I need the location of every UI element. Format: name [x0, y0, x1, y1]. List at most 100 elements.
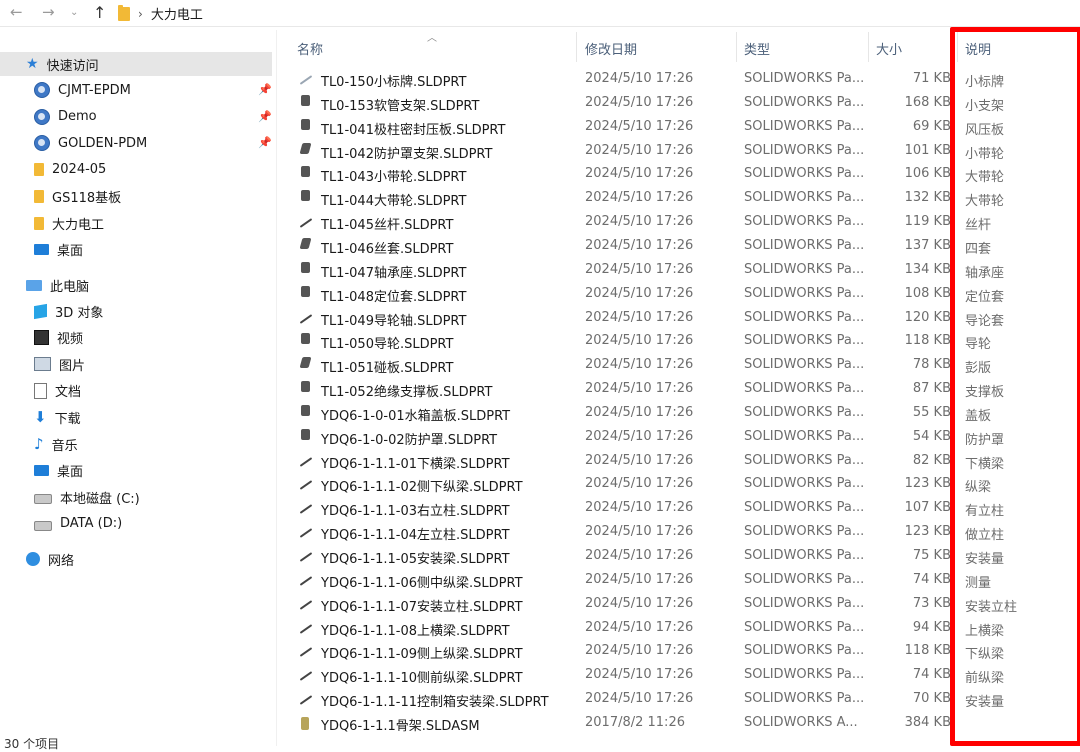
column-header-name[interactable]: 名称 — [297, 39, 323, 58]
file-row[interactable]: YDQ6-1-0-01水箱盖板.SLDPRT 2024/5/10 17:26 SOL… — [277, 402, 1080, 426]
music-icon: ♪ — [34, 435, 44, 453]
part-file-icon — [299, 599, 313, 610]
file-row[interactable]: YDQ6-1-1.1-04左立柱.SLDPRT 2024/5/10 17:26 SO… — [277, 521, 1080, 545]
network-icon — [26, 552, 40, 566]
file-row[interactable]: TL0-150小标牌.SLDPRT 2024/5/10 17:26 SOLIDWOR… — [277, 68, 1080, 92]
file-row[interactable]: TL1-045丝杆.SLDPRT 2024/5/10 17:26 SOLIDWORK… — [277, 211, 1080, 235]
nav-item-quick[interactable]: Demo — [34, 105, 97, 129]
file-name: TL1-042防护罩支架.SLDPRT — [321, 146, 493, 162]
folder-icon — [34, 189, 44, 203]
file-name: YDQ6-1-1.1-03右立柱.SLDPRT — [321, 504, 510, 520]
chevron-down-icon[interactable]: ⌄ — [70, 7, 78, 18]
nav-item-pc[interactable]: 文档 — [34, 379, 81, 403]
file-description: 丝杆 — [965, 218, 992, 234]
nav-item-quick[interactable]: 大力电工 — [34, 211, 104, 235]
nav-item-pc[interactable]: 视频 — [34, 326, 83, 350]
file-row[interactable]: TL1-048定位套.SLDPRT 2024/5/10 17:26 SOLIDWOR… — [277, 283, 1080, 307]
nav-item-pc[interactable]: 本地磁盘 (C:) — [34, 485, 140, 509]
file-description: 导论套 — [965, 313, 1005, 329]
file-description: 彭版 — [965, 361, 992, 377]
nav-item-quick[interactable]: CJMT-EPDM — [34, 78, 131, 102]
file-type: SOLIDWORKS Pa... — [744, 237, 865, 253]
column-header-type[interactable]: 类型 — [744, 39, 770, 58]
file-size: 94 KB — [912, 619, 951, 635]
nav-item-quick[interactable]: GOLDEN-PDM — [34, 131, 147, 155]
column-divider[interactable] — [957, 32, 958, 62]
nav-item-pc[interactable]: 桌面 — [34, 459, 83, 483]
pin-icon[interactable]: 📌 — [258, 110, 272, 123]
nav-item-quick[interactable]: 2024-05 — [34, 158, 106, 182]
file-row[interactable]: YDQ6-1-1.1-08上横梁.SLDPRT 2024/5/10 17:26 SO… — [277, 617, 1080, 641]
file-date: 2024/5/10 17:26 — [585, 428, 694, 444]
file-row[interactable]: TL1-050导轮.SLDPRT 2024/5/10 17:26 SOLIDWORK… — [277, 330, 1080, 354]
file-row[interactable]: YDQ6-1-1.1骨架.SLDASM 2017/8/2 11:26 SOLIDWO… — [277, 712, 1080, 736]
column-divider[interactable] — [868, 32, 869, 62]
file-row[interactable]: TL1-044大带轮.SLDPRT 2024/5/10 17:26 SOLIDWOR… — [277, 187, 1080, 211]
file-row[interactable]: YDQ6-1-1.1-03右立柱.SLDPRT 2024/5/10 17:26 SO… — [277, 497, 1080, 521]
column-header-date[interactable]: 修改日期 — [585, 39, 637, 58]
column-divider[interactable] — [576, 32, 577, 62]
nav-quick-access[interactable]: ★ 快速访问 — [0, 52, 272, 76]
forward-arrow-icon[interactable]: → — [42, 3, 55, 21]
file-size: 69 KB — [912, 118, 951, 134]
nav-item-pc[interactable]: 图片 — [34, 352, 85, 376]
file-name: YDQ6-1-1.1-11控制箱安装梁.SLDPRT — [321, 695, 549, 711]
file-row[interactable]: TL1-052绝缘支撑板.SLDPRT 2024/5/10 17:26 SOLIDW… — [277, 378, 1080, 402]
file-row[interactable]: TL1-049导轮轴.SLDPRT 2024/5/10 17:26 SOLIDWOR… — [277, 307, 1080, 331]
file-list: ︿ 名称 修改日期 类型 大小 说明 TL0-150小标牌.SLDPRT 2024… — [277, 26, 1080, 746]
file-row[interactable]: YDQ6-1-1.1-01下横梁.SLDPRT 2024/5/10 17:26 SO… — [277, 450, 1080, 474]
nav-item-quick[interactable]: 桌面 — [34, 238, 83, 262]
nav-this-pc[interactable]: 此电脑 — [26, 273, 89, 297]
up-arrow-icon[interactable]: ↑ — [93, 3, 106, 22]
file-row[interactable]: YDQ6-1-1.1-09侧上纵梁.SLDPRT 2024/5/10 17:26 S… — [277, 640, 1080, 664]
cube-icon — [34, 303, 47, 319]
back-arrow-icon[interactable]: ← — [10, 3, 23, 21]
nav-item-label: 下载 — [54, 411, 81, 427]
file-name: TL1-045丝杆.SLDPRT — [321, 218, 454, 234]
file-row[interactable]: TL1-046丝套.SLDPRT 2024/5/10 17:26 SOLIDWORK… — [277, 235, 1080, 259]
file-date: 2024/5/10 17:26 — [585, 261, 694, 277]
file-date: 2024/5/10 17:26 — [585, 285, 694, 301]
breadcrumb[interactable]: › 大力电工 — [118, 4, 203, 23]
nav-item-quick[interactable]: GS118基板 — [34, 184, 121, 208]
file-row[interactable]: TL1-047轴承座.SLDPRT 2024/5/10 17:26 SOLIDWOR… — [277, 259, 1080, 283]
file-name: TL1-044大带轮.SLDPRT — [321, 194, 467, 210]
file-row[interactable]: TL1-041极柱密封压板.SLDPRT 2024/5/10 17:26 SOLID… — [277, 116, 1080, 140]
file-description: 风压板 — [965, 122, 1005, 138]
file-date: 2024/5/10 17:26 — [585, 71, 694, 86]
file-description: 下横梁 — [965, 456, 1005, 472]
column-header-description[interactable]: 说明 — [965, 39, 991, 58]
nav-item-pc[interactable]: ⬇ 下载 — [34, 405, 81, 429]
file-size: 73 KB — [912, 595, 951, 611]
file-size: 54 KB — [912, 428, 951, 444]
nav-item-pc[interactable]: DATA (D:) — [34, 512, 122, 536]
file-date: 2024/5/10 17:26 — [585, 404, 694, 420]
file-row[interactable]: TL1-042防护罩支架.SLDPRT 2024/5/10 17:26 SOLIDW… — [277, 140, 1080, 164]
file-row[interactable]: YDQ6-1-1.1-07安装立柱.SLDPRT 2024/5/10 17:26 S… — [277, 593, 1080, 617]
file-row[interactable]: TL1-043小带轮.SLDPRT 2024/5/10 17:26 SOLIDWOR… — [277, 163, 1080, 187]
file-name: TL1-047轴承座.SLDPRT — [321, 265, 467, 281]
file-name: YDQ6-1-1.1-01下横梁.SLDPRT — [321, 456, 510, 472]
part-file-icon — [299, 671, 313, 682]
pin-icon[interactable]: 📌 — [258, 83, 272, 96]
part-file-icon — [301, 381, 310, 393]
file-row[interactable]: YDQ6-1-0-02防护罩.SLDPRT 2024/5/10 17:26 SOLI… — [277, 426, 1080, 450]
file-row[interactable]: YDQ6-1-1.1-05安装梁.SLDPRT 2024/5/10 17:26 SO… — [277, 545, 1080, 569]
nav-item-pc[interactable]: ♪ 音乐 — [34, 432, 78, 456]
file-row[interactable]: YDQ6-1-1.1-11控制箱安装梁.SLDPRT 2024/5/10 17:2… — [277, 688, 1080, 712]
file-row[interactable]: YDQ6-1-1.1-10侧前纵梁.SLDPRT 2024/5/10 17:26 S… — [277, 664, 1080, 688]
chevron-right-icon: › — [138, 6, 143, 21]
nav-item-pc[interactable]: 3D 对象 — [34, 299, 103, 323]
breadcrumb-current[interactable]: 大力电工 — [151, 4, 203, 23]
file-description: 有立柱 — [965, 504, 1005, 520]
nav-item-label: 网络 — [48, 553, 75, 569]
file-row[interactable]: YDQ6-1-1.1-06侧中纵梁.SLDPRT 2024/5/10 17:26 S… — [277, 569, 1080, 593]
file-size: 78 KB — [912, 357, 951, 373]
file-row[interactable]: YDQ6-1-1.1-02侧下纵梁.SLDPRT 2024/5/10 17:26 S… — [277, 473, 1080, 497]
nav-network[interactable]: 网络 — [26, 547, 74, 571]
column-header-size[interactable]: 大小 — [876, 39, 902, 58]
file-row[interactable]: TL0-153软管支架.SLDPRT 2024/5/10 17:26 SOLIDWO… — [277, 92, 1080, 116]
file-row[interactable]: TL1-051碰板.SLDPRT 2024/5/10 17:26 SOLIDWORK… — [277, 354, 1080, 378]
pin-icon[interactable]: 📌 — [258, 136, 272, 149]
column-divider[interactable] — [736, 32, 737, 62]
